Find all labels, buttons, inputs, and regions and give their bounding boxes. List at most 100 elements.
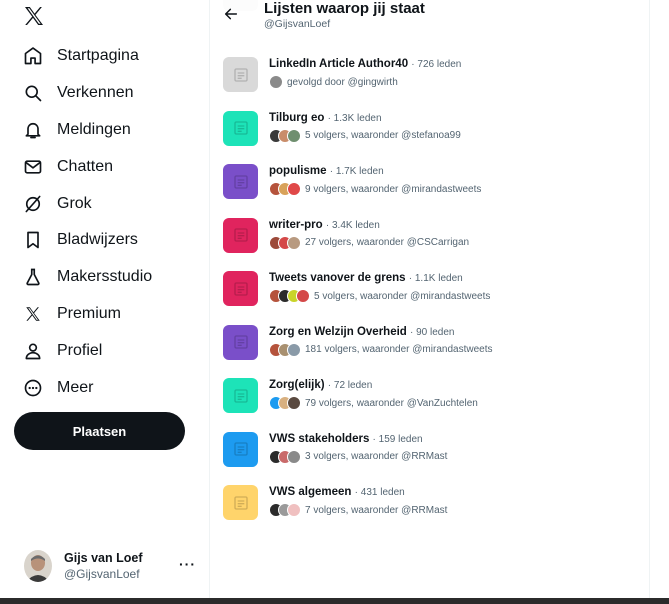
follower-avatar [287, 396, 301, 410]
follower-avatars [269, 342, 301, 357]
list-icon [233, 388, 248, 403]
list-icon [233, 281, 248, 296]
list-followers: 7 volgers, waaronder @RRMast [305, 504, 448, 516]
list-subtitle: 5 volgers, waaronder @stefanoa99 [269, 128, 461, 144]
page-title: Lijsten waarop jij staat [264, 0, 425, 17]
list-title: LinkedIn Article Author40 · 726 leden [269, 58, 461, 70]
follower-avatars [269, 449, 301, 464]
home-icon [22, 45, 44, 67]
list-item[interactable]: VWS stakeholders · 159 leden 3 volgers, … [211, 431, 649, 485]
nav-profile[interactable]: Profiel [0, 332, 210, 369]
list-icon [233, 174, 248, 189]
follower-avatar [287, 128, 301, 143]
nav-premium[interactable]: Premium [0, 296, 210, 333]
list-item[interactable]: writer-pro · 3.4K leden 27 volgers, waar… [211, 217, 649, 271]
nav-label: Makersstudio [57, 268, 153, 286]
list-icon [233, 121, 248, 135]
list-member-count: · 90 leden [410, 326, 455, 338]
list-thumbnail [223, 57, 258, 92]
list-item[interactable]: Tilburg eo · 1.3K leden 5 volgers, waaro… [211, 110, 649, 164]
list-thumbnail [223, 110, 258, 146]
avatar [24, 550, 52, 582]
grok-icon [22, 193, 44, 215]
nav-label: Meer [57, 378, 94, 396]
list-item[interactable]: populisme · 1.7K leden 9 volgers, waaron… [211, 164, 649, 217]
follower-avatar [287, 342, 301, 357]
nav-home[interactable]: Startpagina [0, 38, 210, 75]
list-member-count: · 3.4K leden [325, 219, 380, 231]
nav-label: Verkennen [57, 84, 134, 102]
list-subtitle: 3 volgers, waaronder @RRMast [269, 449, 447, 465]
more-options-icon[interactable]: ··· [179, 556, 196, 572]
list-name: VWS stakeholders [269, 432, 370, 445]
list-followers: 5 volgers, waaronder @mirandastweets [314, 290, 491, 302]
list-title: Zorg en Welzijn Overheid · 90 leden [269, 326, 455, 338]
list-item[interactable]: VWS algemeen · 431 leden 7 volgers, waar… [211, 485, 649, 538]
nav-label: Startpagina [57, 47, 139, 65]
list-subtitle: 7 volgers, waaronder @RRMast [269, 502, 447, 518]
list-thumbnail [223, 378, 258, 413]
nav-messages[interactable]: Chatten [0, 148, 210, 185]
list-followers: 181 volgers, waaronder @mirandastweets [305, 344, 493, 355]
x-logo-icon[interactable] [22, 4, 46, 28]
list-thumbnail [223, 485, 258, 520]
nav-notifications[interactable]: Meldingen [0, 112, 210, 149]
bookmark-icon [22, 229, 44, 251]
list-item[interactable]: LinkedIn Article Author40 · 726 leden ge… [211, 57, 649, 110]
list-title: Zorg(elijk) · 72 leden [269, 379, 372, 391]
sidebar: Startpagina Verkennen Meldingen Chatten … [0, 0, 210, 598]
list-item[interactable]: Tweets vanover de grens · 1.1K leden 5 v… [211, 271, 649, 324]
list-followers: 79 volgers, waaronder @VanZuchtelen [305, 397, 478, 409]
account-name: Gijs van Loef [64, 551, 143, 565]
nav-explore[interactable]: Verkennen [0, 75, 210, 112]
search-icon [22, 82, 44, 104]
list-name: Tweets vanover de grens [269, 272, 406, 284]
list-thumbnail [223, 164, 258, 199]
list-followers: 9 volgers, waaronder @mirandastweets [305, 183, 482, 195]
nav-label: Profiel [57, 341, 103, 359]
list-icon [233, 228, 248, 242]
list-title: VWS algemeen · 431 leden [269, 486, 405, 498]
nav-grok[interactable]: Grok [0, 185, 210, 222]
list-icon [233, 442, 248, 456]
nav-label: Chatten [57, 157, 114, 175]
list-item[interactable]: Zorg(elijk) · 72 leden 79 volgers, waaro… [211, 378, 649, 431]
arrow-left-icon[interactable] [223, 6, 239, 22]
list-subtitle: 27 volgers, waaronder @CSCarrigan [269, 235, 469, 251]
list-title: writer-pro · 3.4K leden [269, 219, 380, 231]
list-name: writer-pro [269, 218, 323, 231]
list-subtitle: 79 volgers, waaronder @VanZuchtelen [269, 395, 478, 411]
nav-label: Grok [57, 194, 92, 212]
post-button[interactable]: Plaatsen [14, 412, 185, 450]
envelope-icon [22, 156, 44, 178]
list-name: LinkedIn Article Author40 [269, 58, 409, 70]
nav-creator-studio[interactable]: Makersstudio [0, 259, 210, 296]
account-switcher[interactable]: Gijs van Loef @GijsvanLoef ··· [14, 546, 204, 586]
list-member-count: · 1.3K leden [327, 112, 382, 124]
nav-more[interactable]: Meer [0, 369, 210, 406]
nav-bookmarks[interactable]: Bladwijzers [0, 222, 210, 259]
follower-avatar [296, 289, 310, 303]
list-subtitle: 181 volgers, waaronder @mirandastweets [269, 342, 492, 358]
list-subtitle: 9 volgers, waaronder @mirandastweets [269, 181, 481, 197]
follower-avatar [287, 182, 301, 196]
list-name: Zorg(elijk) [269, 379, 325, 391]
follower-avatar [269, 75, 283, 89]
list-thumbnail [223, 431, 258, 467]
bell-icon [22, 119, 44, 141]
list-member-count: · 726 leden [411, 59, 462, 70]
account-handle: @GijsvanLoef [64, 567, 140, 581]
list-item[interactable]: Zorg en Welzijn Overheid · 90 leden 181 … [211, 324, 649, 378]
flask-icon [22, 266, 44, 288]
list-member-count: · 72 leden [327, 380, 373, 391]
more-circle-icon [22, 377, 44, 399]
list-name: populisme [269, 165, 327, 177]
list-subtitle: gevolgd door @gingwirth [269, 74, 398, 90]
list-icon [233, 67, 248, 82]
follower-avatars [269, 235, 301, 250]
follower-avatars [269, 128, 301, 143]
main-nav: Startpagina Verkennen Meldingen Chatten … [0, 38, 210, 406]
list-member-count: · 159 leden [372, 433, 423, 445]
list-member-count: · 1.7K leden [329, 166, 384, 177]
list-followers: 5 volgers, waaronder @stefanoa99 [305, 130, 461, 141]
